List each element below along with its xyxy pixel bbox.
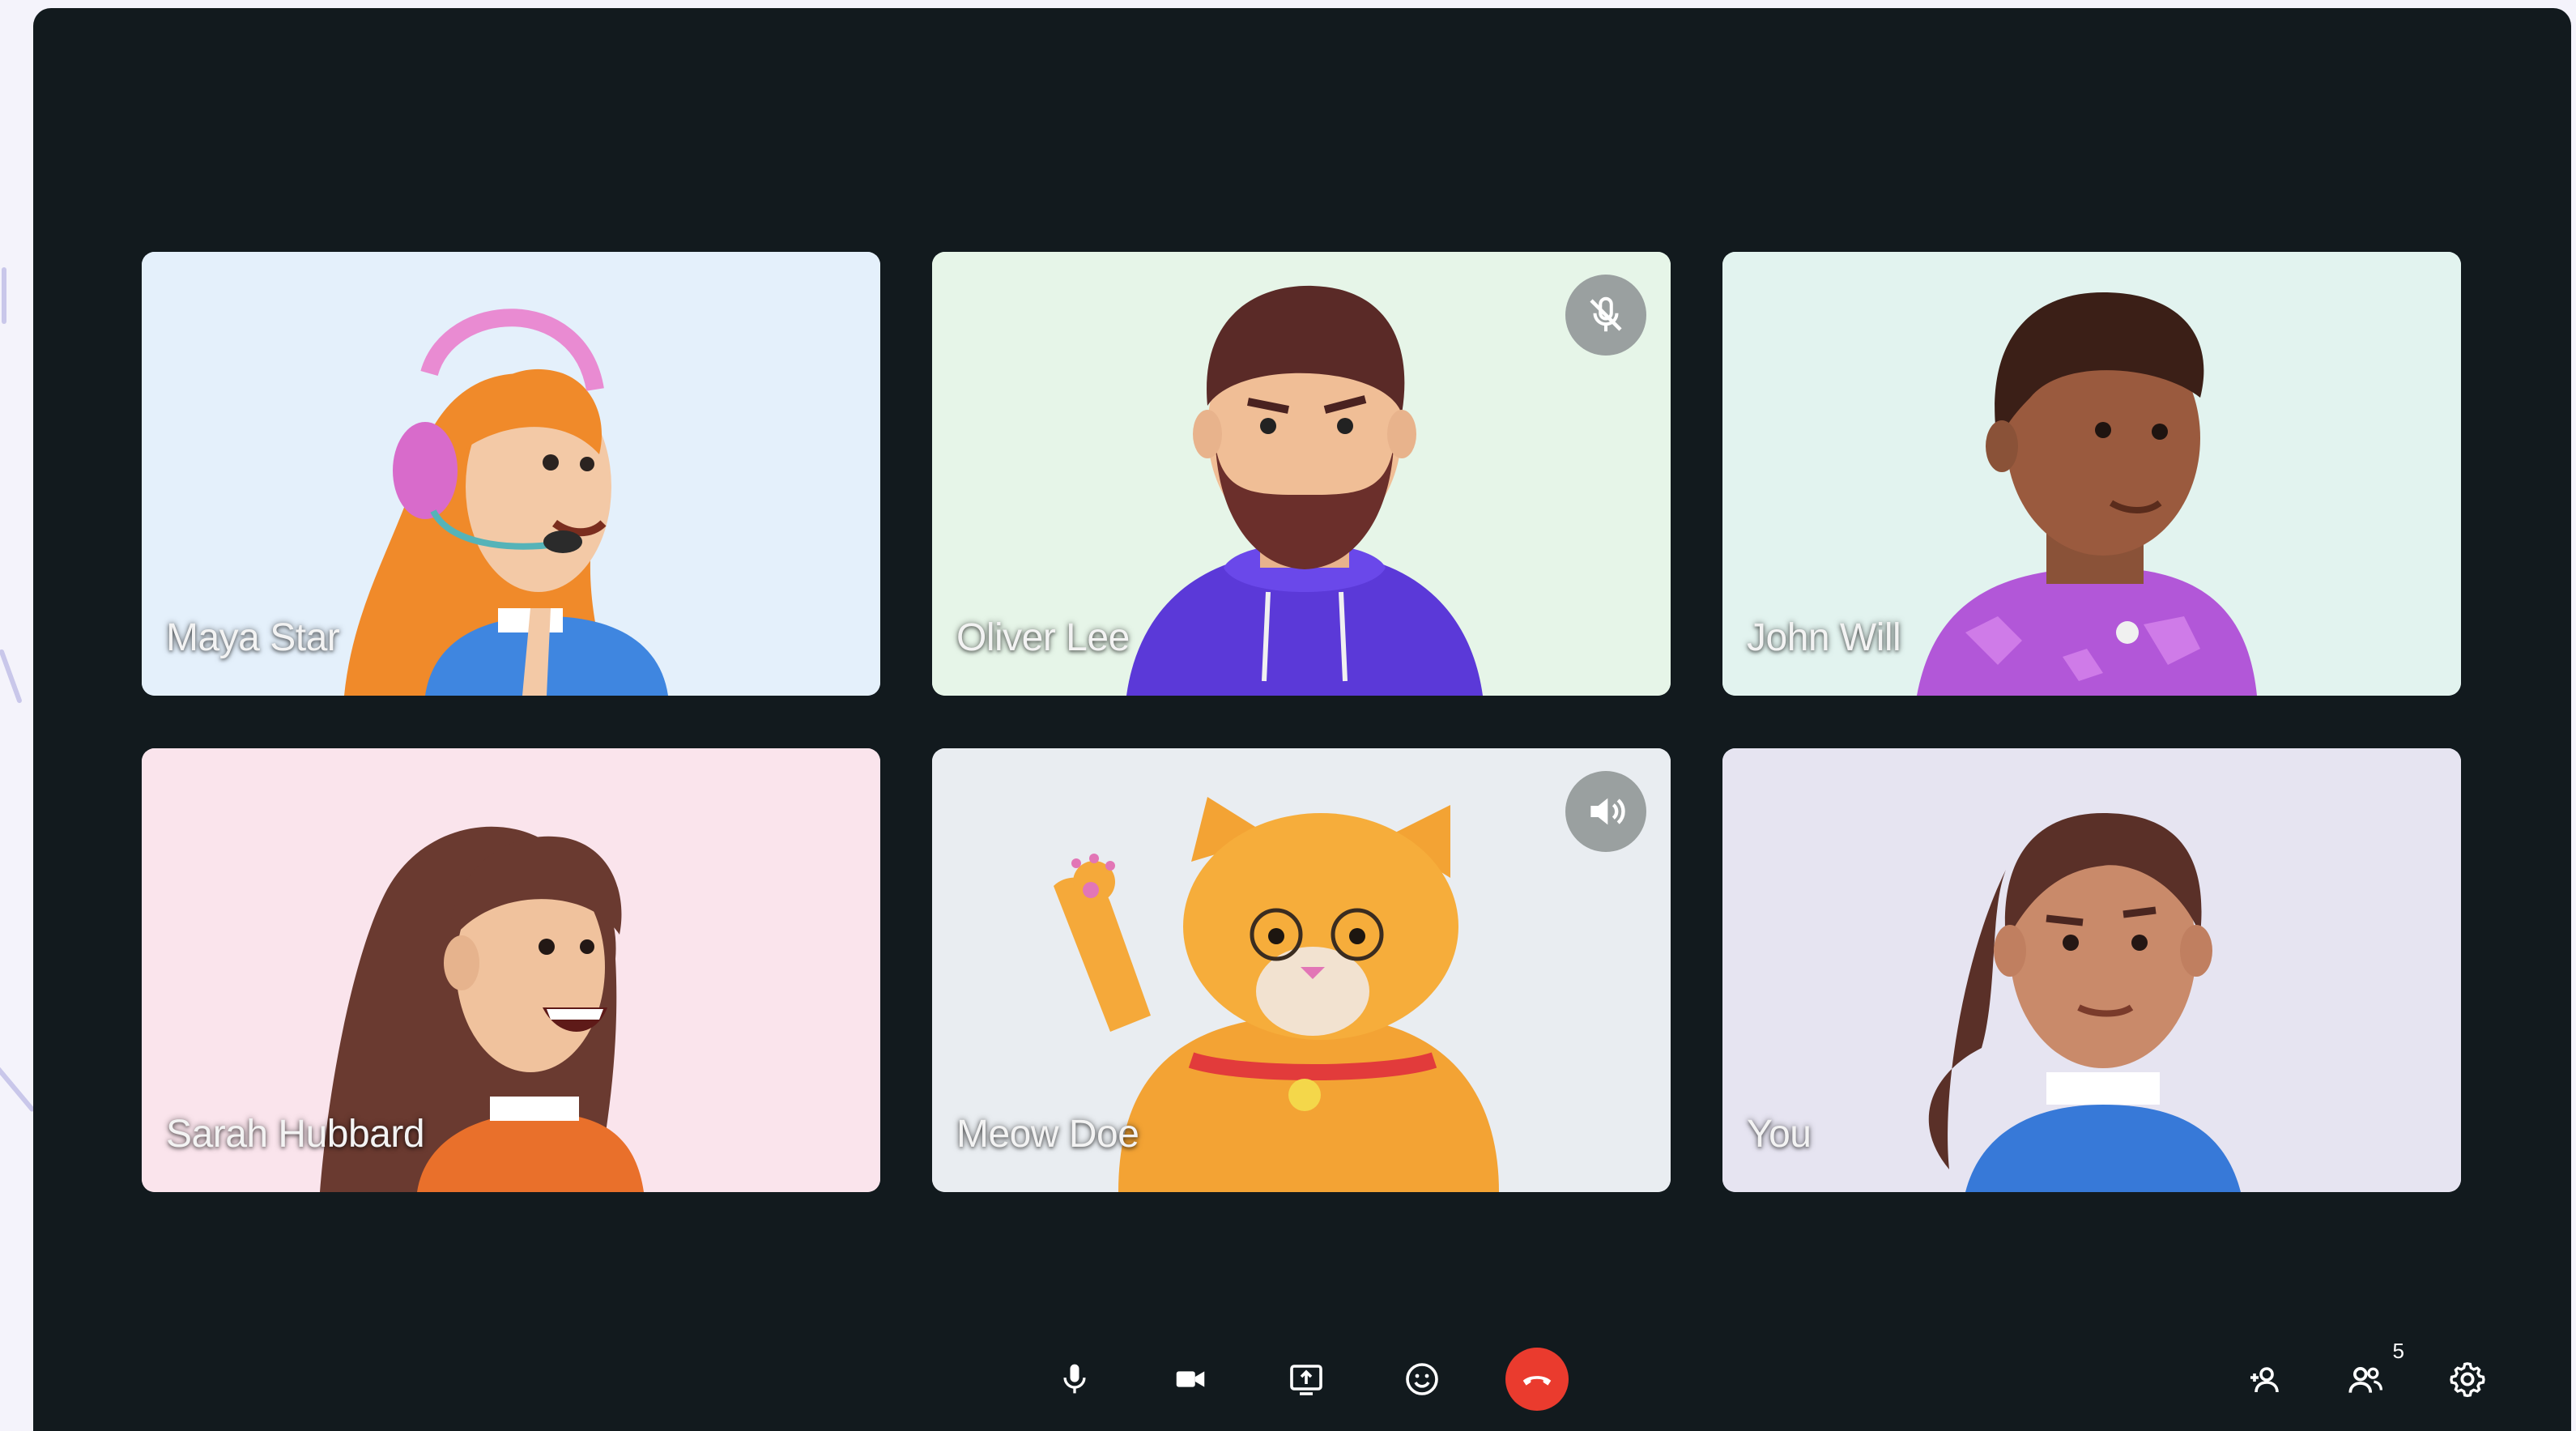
- speaker-icon: [1590, 798, 1625, 825]
- participant-name: Maya Star: [166, 616, 340, 659]
- participants-button[interactable]: 5: [2333, 1339, 2404, 1412]
- add-person-button[interactable]: [2231, 1347, 2296, 1412]
- participant-tile-meow[interactable]: Meow Doe: [932, 748, 1671, 1192]
- speaking-indicator: [1565, 771, 1646, 852]
- meeting-window: Maya Star Oliver Lee John Will Sarah Hub…: [33, 8, 2571, 1431]
- microphone-icon: [1063, 1364, 1086, 1394]
- participant-name: John Will: [1747, 616, 1901, 659]
- settings-button[interactable]: [2435, 1347, 2500, 1412]
- camera-button[interactable]: [1158, 1347, 1223, 1412]
- muted-indicator: [1565, 275, 1646, 356]
- muted-mic-icon: [1590, 296, 1622, 332]
- decor-line: [2, 267, 6, 324]
- participant-count: 5: [2392, 1339, 2404, 1363]
- decor-line: [0, 649, 23, 704]
- call-controls: [1042, 1339, 1569, 1420]
- participant-name: Meow Doe: [956, 1113, 1139, 1156]
- microphone-button[interactable]: [1042, 1347, 1107, 1412]
- end-call-icon: [1522, 1376, 1552, 1386]
- participant-tile-sarah[interactable]: Sarah Hubbard: [142, 748, 880, 1192]
- decor-line: [0, 1066, 36, 1113]
- participant-tile-john[interactable]: John Will: [1722, 252, 2461, 696]
- meeting-tools: 5: [2231, 1339, 2500, 1420]
- participants-icon: [2348, 1366, 2383, 1393]
- participant-name: Sarah Hubbard: [166, 1113, 425, 1156]
- add-person-icon: [2250, 1367, 2279, 1393]
- emoji-button[interactable]: [1390, 1347, 1454, 1412]
- participant-tile-you[interactable]: You: [1722, 748, 2461, 1192]
- share-screen-button[interactable]: [1274, 1347, 1339, 1412]
- participant-name: Oliver Lee: [956, 616, 1130, 659]
- participant-tile-oliver[interactable]: Oliver Lee: [932, 252, 1671, 696]
- end-call-button[interactable]: [1505, 1348, 1569, 1411]
- camera-icon: [1176, 1371, 1205, 1387]
- share-screen-icon: [1290, 1365, 1322, 1395]
- avatar-you: [1722, 748, 2461, 1192]
- participant-tile-maya[interactable]: Maya Star: [142, 252, 880, 696]
- participant-name: You: [1747, 1113, 1812, 1156]
- settings-icon: [2450, 1362, 2485, 1398]
- emoji-icon: [1406, 1363, 1438, 1395]
